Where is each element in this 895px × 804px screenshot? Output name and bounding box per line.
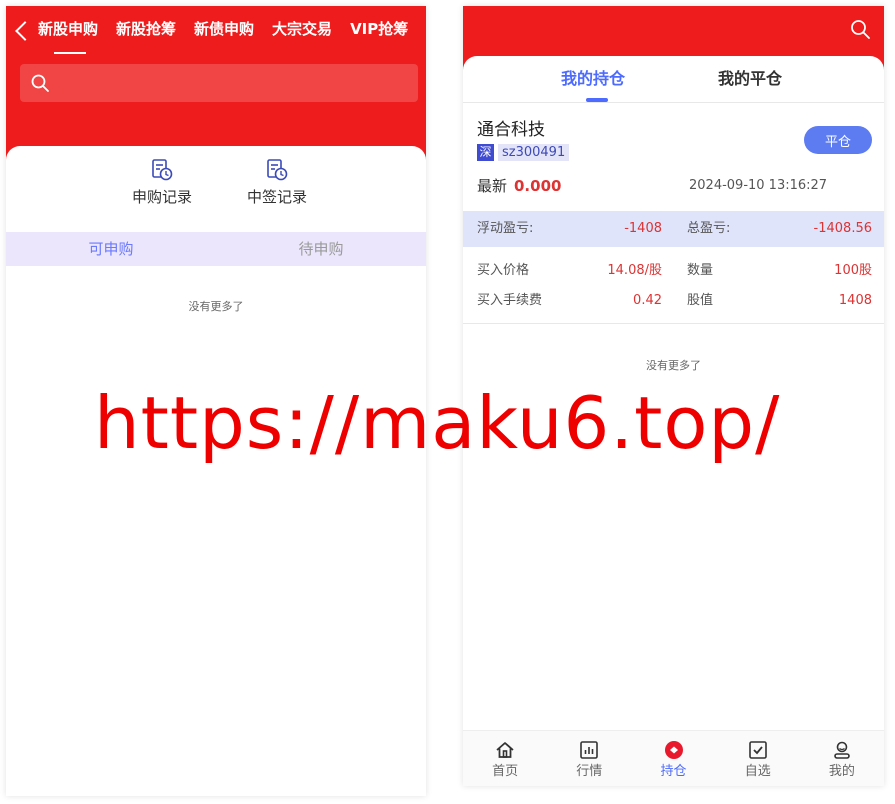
tab-pending[interactable]: 待申购 (216, 232, 426, 266)
position-icon (664, 741, 683, 759)
nav-home[interactable]: 首页 (463, 731, 547, 786)
market-value-value: 1408 (838, 293, 872, 308)
content-card: 申购记录 中签记录 可申购 待申购 没有更多了 (6, 146, 426, 796)
search-bar[interactable] (20, 64, 418, 102)
record-shortcuts: 申购记录 中签记录 (6, 158, 426, 218)
tab-new-stock-rush[interactable]: 新股抢筹 (116, 18, 176, 40)
nav-market[interactable]: 行情 (547, 731, 631, 786)
chart-icon (580, 741, 599, 759)
checkbox-icon (748, 741, 767, 759)
nav-profile-label: 我的 (828, 764, 855, 779)
search-icon (31, 74, 49, 92)
active-tab-indicator (586, 98, 608, 102)
nav-watchlist[interactable]: 自选 (716, 731, 800, 786)
nav-positions-label: 持仓 (660, 764, 687, 779)
buy-fee-value: 0.42 (633, 293, 662, 308)
nav-watchlist-label: 自选 (744, 764, 771, 779)
positions-screen: 我的持仓 我的平仓 通合科技 深 sz300491 平仓 最新 0.000 20… (463, 6, 884, 786)
positions-card: 我的持仓 我的平仓 通合科技 深 sz300491 平仓 最新 0.000 20… (463, 56, 884, 786)
total-pnl-label: 总盈亏: (687, 221, 731, 236)
no-more-text: 没有更多了 (188, 300, 244, 313)
top-header: 新股申购 新股抢筹 新债申购 大宗交易 VIP抢筹 (6, 6, 426, 166)
floating-pnl-value: -1408 (624, 221, 662, 236)
back-chevron-icon[interactable] (15, 21, 35, 41)
quantity-value: 100股 (834, 263, 872, 278)
quantity-label: 数量 (687, 263, 714, 278)
buy-price-label: 买入价格 (477, 263, 530, 278)
tab-block-trade[interactable]: 大宗交易 (272, 18, 332, 40)
search-icon[interactable] (849, 18, 871, 40)
stock-code: sz300491 (498, 144, 570, 161)
nav-positions[interactable]: 持仓 (631, 731, 715, 786)
subscription-record-button[interactable]: 申购记录 (117, 158, 207, 206)
position-tabs: 我的持仓 我的平仓 (463, 56, 884, 103)
latest-price-label: 最新 (477, 177, 508, 195)
profile-icon (834, 741, 850, 759)
buy-fee-label: 买入手续费 (477, 293, 543, 308)
winning-record-label: 中签记录 (246, 188, 307, 206)
category-tabs: 新股申购 新股抢筹 新债申购 大宗交易 VIP抢筹 (38, 18, 408, 54)
nav-profile[interactable]: 我的 (800, 731, 884, 786)
latest-price-value: 0.000 (514, 177, 562, 195)
market-value-label: 股值 (687, 293, 714, 308)
tab-available[interactable]: 可申购 (6, 232, 216, 266)
position-timestamp: 2024-09-10 13:16:27 (689, 178, 828, 193)
ipo-subscription-screen: 新股申购 新股抢筹 新债申购 大宗交易 VIP抢筹 申购记录 中签记录 可申购 … (6, 6, 426, 796)
record-clock-icon (267, 159, 288, 181)
no-more-text: 没有更多了 (646, 359, 701, 372)
subscription-record-label: 申购记录 (131, 188, 192, 206)
record-clock-icon (152, 159, 173, 181)
tab-vip-rush[interactable]: VIP抢筹 (350, 18, 408, 40)
home-icon (496, 742, 514, 758)
floating-pnl-label: 浮动盈亏: (477, 221, 534, 236)
tab-my-positions[interactable]: 我的持仓 (561, 68, 625, 90)
bottom-navigation: 首页 行情 持仓 自选 我的 (463, 730, 884, 786)
market-badge: 深 (477, 144, 494, 161)
nav-market-label: 行情 (576, 764, 603, 779)
winning-record-button[interactable]: 中签记录 (232, 158, 322, 206)
screenshot-stage: 新股申购 新股抢筹 新债申购 大宗交易 VIP抢筹 申购记录 中签记录 可申购 … (0, 0, 895, 804)
pnl-summary: 浮动盈亏: -1408 总盈亏: -1408.56 (463, 211, 884, 247)
tab-closed-positions[interactable]: 我的平仓 (718, 68, 782, 90)
tab-new-bond-subscription[interactable]: 新债申购 (194, 18, 254, 40)
nav-home-label: 首页 (492, 764, 519, 779)
search-input[interactable] (60, 70, 400, 96)
subscription-subtabs: 可申购 待申购 (6, 232, 426, 266)
buy-price-value: 14.08/股 (607, 263, 662, 278)
close-position-button[interactable]: 平仓 (804, 126, 872, 154)
tab-new-stock-subscription[interactable]: 新股申购 (38, 18, 98, 54)
divider (463, 323, 884, 324)
stock-name: 通合科技 (477, 120, 545, 140)
total-pnl-value: -1408.56 (813, 221, 872, 236)
